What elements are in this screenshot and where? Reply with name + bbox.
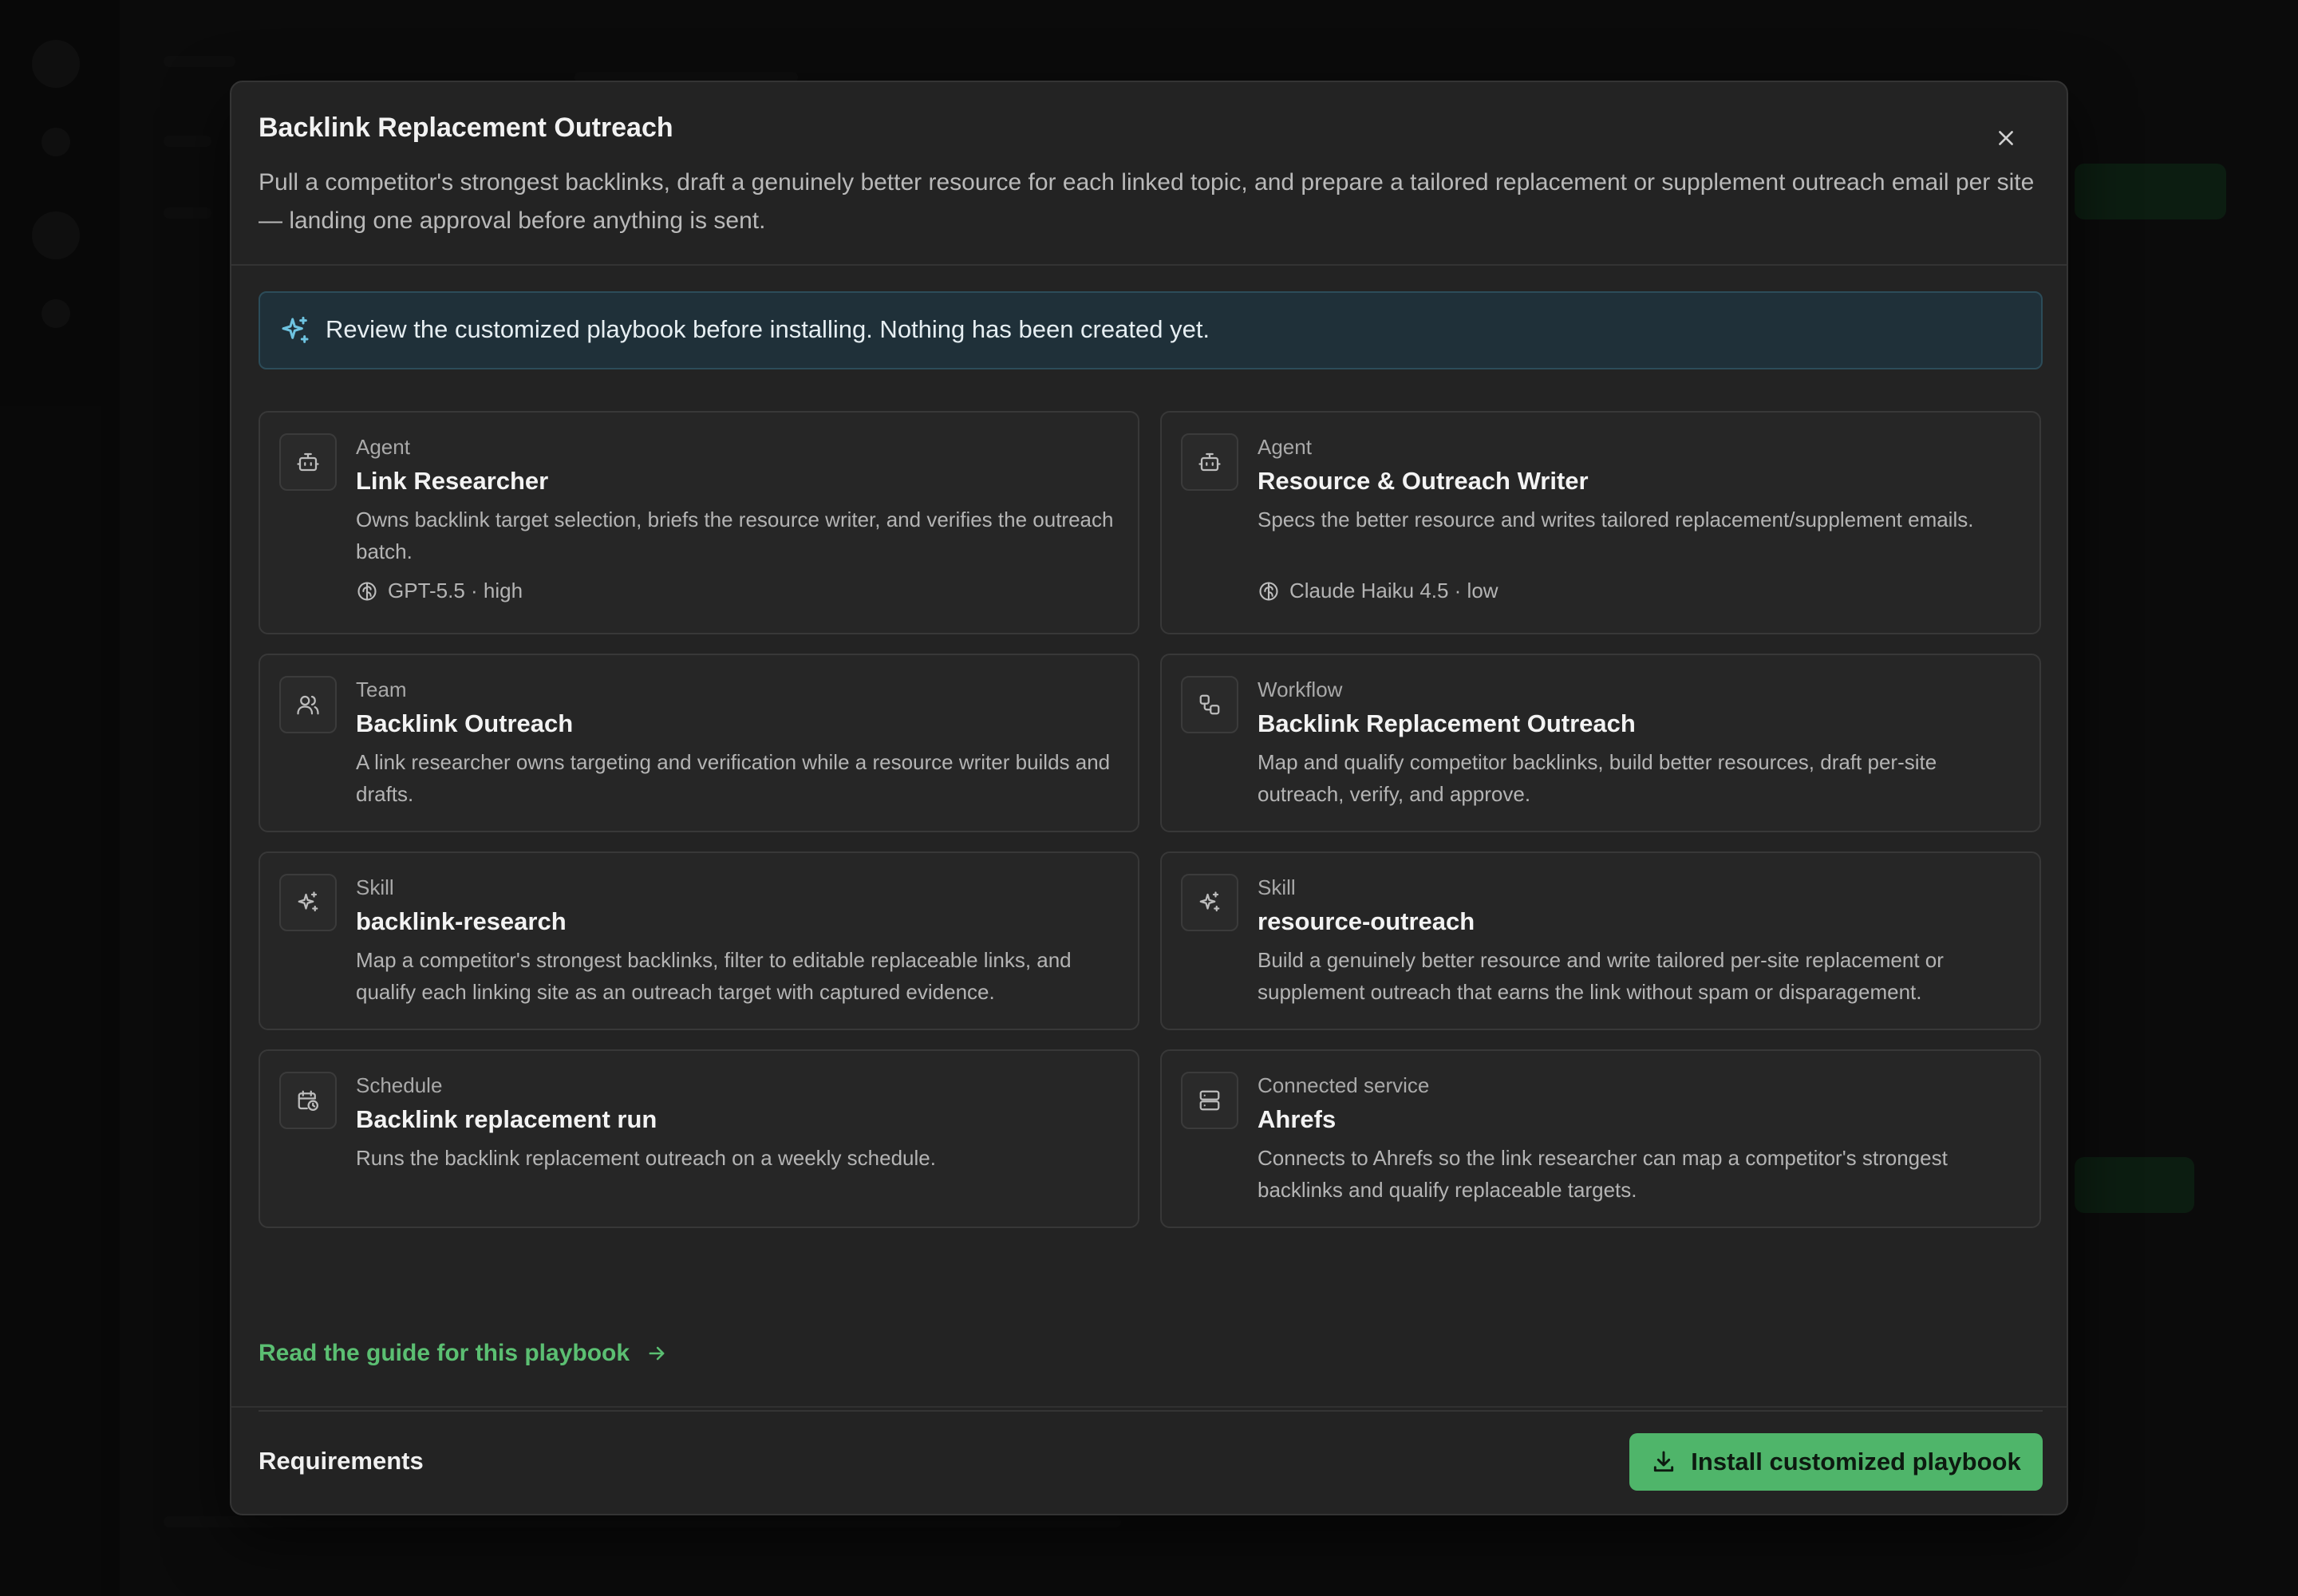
card-icon-box bbox=[1181, 433, 1238, 491]
card-workflow-backlink-replacement-outreach[interactable]: Workflow Backlink Replacement Outreach M… bbox=[1160, 654, 2041, 832]
install-playbook-button[interactable]: Install customized playbook bbox=[1629, 1433, 2043, 1491]
close-button[interactable] bbox=[1984, 116, 2028, 160]
card-agent-link-researcher[interactable]: Agent Link Researcher Owns backlink targ… bbox=[259, 411, 1139, 634]
card-title: Backlink replacement run bbox=[356, 1105, 657, 1133]
card-icon-box bbox=[279, 676, 337, 733]
card-title: Resource & Outreach Writer bbox=[1258, 467, 1589, 495]
brain-icon bbox=[357, 581, 377, 601]
install-playbook-label: Install customized playbook bbox=[1691, 1448, 2021, 1476]
card-description: Owns backlink target selection, briefs t… bbox=[356, 508, 1114, 563]
card-model-meta: GPT-5.5 · high bbox=[356, 579, 523, 603]
card-type: Team bbox=[356, 678, 407, 701]
card-type: Connected service bbox=[1258, 1073, 1430, 1097]
card-skill-resource-outreach[interactable]: Skill resource-outreach Build a genuinel… bbox=[1160, 851, 2041, 1030]
card-title: resource-outreach bbox=[1258, 907, 1475, 935]
card-description: Connects to Ahrefs so the link researche… bbox=[1258, 1146, 1948, 1202]
card-skill-backlink-research[interactable]: Skill backlink-research Map a competitor… bbox=[259, 851, 1139, 1030]
card-model-meta: Claude Haiku 4.5 · low bbox=[1258, 579, 1498, 603]
sparkles-icon bbox=[282, 316, 309, 343]
card-icon-box bbox=[1181, 1072, 1238, 1129]
card-title: Backlink Replacement Outreach bbox=[1258, 709, 1636, 737]
card-connected-service-ahrefs[interactable]: Connected service Ahrefs Connects to Ahr… bbox=[1160, 1049, 2041, 1228]
card-description: Build a genuinely better resource and wr… bbox=[1258, 948, 1944, 1004]
card-icon-box bbox=[279, 1072, 337, 1129]
calendar-clock-icon bbox=[298, 1090, 318, 1111]
card-model-label: Claude Haiku 4.5 · low bbox=[1289, 579, 1498, 602]
bot-icon bbox=[297, 452, 319, 472]
bot-icon bbox=[1198, 452, 1221, 472]
dialog-header: Backlink Replacement Outreach Pull a com… bbox=[231, 82, 2067, 266]
review-notice: Review the customized playbook before in… bbox=[259, 291, 2043, 369]
card-description: A link researcher owns targeting and ver… bbox=[356, 750, 1111, 806]
card-type: Workflow bbox=[1258, 678, 1343, 701]
card-type: Schedule bbox=[356, 1073, 443, 1097]
card-description: Specs the better resource and writes tai… bbox=[1258, 508, 1974, 531]
card-description: Map and qualify competitor backlinks, bu… bbox=[1258, 750, 1937, 806]
card-icon-box bbox=[1181, 676, 1238, 733]
brain-icon bbox=[1259, 581, 1278, 601]
arrow-right-icon bbox=[649, 1346, 665, 1361]
server-icon bbox=[1199, 1090, 1220, 1111]
section-divider bbox=[259, 1410, 2043, 1412]
card-icon-box bbox=[1181, 874, 1238, 931]
users-icon bbox=[297, 695, 319, 715]
card-title: backlink-research bbox=[356, 907, 567, 935]
sparkles-icon bbox=[1199, 891, 1220, 912]
close-icon bbox=[1999, 131, 2013, 145]
download-icon bbox=[1654, 1451, 1674, 1472]
dialog-title: Backlink Replacement Outreach bbox=[259, 113, 673, 143]
card-agent-resource-outreach-writer[interactable]: Agent Resource & Outreach Writer Specs t… bbox=[1160, 411, 2041, 634]
footer-divider bbox=[231, 1406, 2067, 1408]
card-type: Skill bbox=[356, 875, 394, 899]
card-model-label: GPT-5.5 · high bbox=[388, 579, 523, 602]
requirements-heading: Requirements bbox=[259, 1447, 424, 1475]
workflow-icon bbox=[1199, 694, 1220, 715]
review-notice-text: Review the customized playbook before in… bbox=[326, 315, 1210, 343]
card-icon-box bbox=[279, 433, 337, 491]
card-schedule-backlink-replacement-run[interactable]: Schedule Backlink replacement run Runs t… bbox=[259, 1049, 1139, 1228]
sparkles-icon bbox=[298, 891, 318, 912]
card-description: Runs the backlink replacement outreach o… bbox=[356, 1146, 936, 1170]
read-guide-label: Read the guide for this playbook bbox=[259, 1340, 630, 1366]
card-team-backlink-outreach[interactable]: Team Backlink Outreach A link researcher… bbox=[259, 654, 1139, 832]
card-type: Skill bbox=[1258, 875, 1296, 899]
playbook-install-dialog: Backlink Replacement Outreach Pull a com… bbox=[230, 81, 2068, 1515]
card-title: Ahrefs bbox=[1258, 1105, 1337, 1133]
read-guide-link[interactable]: Read the guide for this playbook bbox=[259, 1340, 668, 1367]
dialog-body[interactable]: Review the customized playbook before in… bbox=[231, 266, 2067, 1487]
card-title: Backlink Outreach bbox=[356, 709, 574, 737]
card-description: Map a competitor's strongest backlinks, … bbox=[356, 948, 1072, 1004]
dialog-description: Pull a competitor's strongest backlinks,… bbox=[259, 169, 2035, 234]
card-type: Agent bbox=[1258, 435, 1312, 459]
card-title: Link Researcher bbox=[356, 467, 549, 495]
card-type: Agent bbox=[356, 435, 410, 459]
card-icon-box bbox=[279, 874, 337, 931]
